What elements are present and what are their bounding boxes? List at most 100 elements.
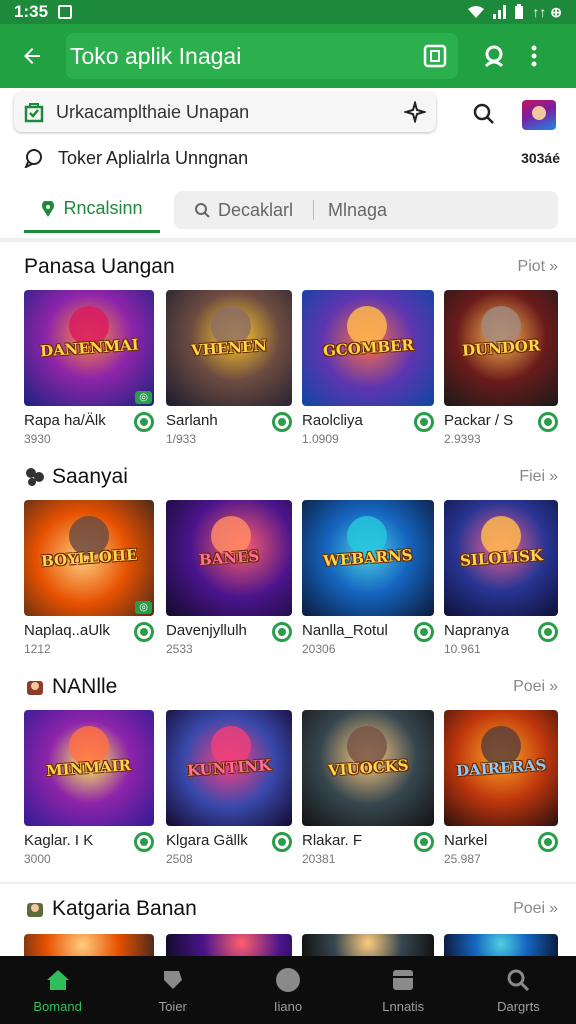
- nav-label: Toier: [158, 998, 187, 1014]
- suggestion-text: Toker Aplialrla Unngnan: [58, 147, 249, 168]
- app-thumbnail[interactable]: GCOMBER: [302, 290, 434, 406]
- install-icon[interactable]: [272, 622, 292, 642]
- tab-group: Decaklarl Mlnaga: [174, 191, 558, 229]
- tab-top-label: Mlnaga: [328, 199, 388, 220]
- app-name: Kaglar. I K: [24, 832, 94, 849]
- app-card[interactable]: BOYLLOHE ◎ Naplaq..aUlk 1212: [24, 500, 154, 670]
- app-card-row: MINMAIR Kaglar. I K 3000 KUNTINK Klgara …: [0, 710, 576, 880]
- install-icon[interactable]: [414, 622, 434, 642]
- search-icon: [195, 203, 210, 218]
- see-more-label: Poei: [513, 900, 546, 917]
- app-name: Davenjyllulh: [166, 622, 247, 639]
- install-icon[interactable]: [538, 832, 558, 852]
- tab-recommended-label: Rncalsinn: [63, 198, 143, 218]
- profile-search-button[interactable]: [476, 38, 512, 74]
- game-logo: BANES: [198, 546, 260, 570]
- install-icon[interactable]: [134, 412, 154, 432]
- back-button[interactable]: [10, 34, 54, 78]
- app-card[interactable]: BANES Davenjyllulh 2533: [166, 500, 292, 670]
- app-card[interactable]: KUNTINK Klgara Gällk 2508: [166, 710, 292, 880]
- app-card[interactable]: WEBARNS Nanlla_Rotul 20306: [302, 500, 434, 670]
- nav-item-search[interactable]: Dargrts: [461, 956, 576, 1024]
- app-card[interactable]: MINMAIR Kaglar. I K 3000: [24, 710, 154, 880]
- location-pin-icon: [42, 200, 55, 217]
- app-thumbnail[interactable]: BOYLLOHE ◎: [24, 500, 154, 616]
- app-bar-title: Toko aplik Inagai: [70, 42, 242, 69]
- suggestion-row[interactable]: Toker Aplialrla Unngnan 303áé: [24, 144, 560, 172]
- chat-bubble-icon: [24, 149, 42, 168]
- more-options-button[interactable]: [522, 38, 546, 74]
- nav-item-apps[interactable]: Lnnatis: [346, 956, 461, 1024]
- install-icon[interactable]: [538, 622, 558, 642]
- install-icon[interactable]: [272, 832, 292, 852]
- section-header: Katgaria Banan Poei»: [0, 894, 576, 924]
- app-name: Raolcliya: [302, 412, 363, 429]
- nav-item-home[interactable]: Bomand: [0, 956, 115, 1024]
- search-field[interactable]: Urkacamplthaie Unapan: [14, 92, 436, 132]
- status-bar: 1:35 ↑↑ ⊕: [0, 0, 576, 24]
- install-icon[interactable]: [414, 412, 434, 432]
- app-card[interactable]: SILOLISK Napranya 10.961: [444, 500, 558, 670]
- chevron-right-icon: »: [549, 468, 558, 485]
- section-header: NANlle Poei»: [0, 672, 576, 702]
- app-meta: 2533: [166, 642, 193, 656]
- app-thumbnail[interactable]: WEBARNS: [302, 500, 434, 616]
- app-thumbnail[interactable]: MINMAIR: [24, 710, 154, 826]
- install-icon[interactable]: [414, 832, 434, 852]
- app-thumbnail[interactable]: KUNTINK: [166, 710, 292, 826]
- app-thumbnail[interactable]: SILOLISK: [444, 500, 558, 616]
- see-more-link[interactable]: Piot»: [518, 258, 558, 276]
- app-meta: 2508: [166, 852, 193, 866]
- install-icon[interactable]: [134, 622, 154, 642]
- search-button[interactable]: [470, 100, 498, 128]
- app-card[interactable]: DANENMAI ◎ Rapa ha/Älk 3930: [24, 290, 154, 460]
- install-icon[interactable]: [272, 412, 292, 432]
- app-thumbnail[interactable]: VIUOCKS: [302, 710, 434, 826]
- home-icon: [45, 967, 71, 993]
- tab-top[interactable]: Mlnaga: [314, 200, 401, 221]
- app-thumbnail[interactable]: DUNDOR: [444, 290, 558, 406]
- title-box[interactable]: Toko aplik Inagai: [66, 33, 458, 79]
- nav-item-movies[interactable]: Iiano: [230, 956, 345, 1024]
- app-thumbnail[interactable]: [302, 934, 434, 956]
- nav-item-games[interactable]: Toier: [115, 956, 230, 1024]
- app-thumbnail[interactable]: [166, 934, 292, 956]
- see-more-link[interactable]: Poei»: [513, 678, 558, 696]
- tab-bar: Rncalsinn Decaklarl Mlnaga: [24, 186, 558, 234]
- avatar[interactable]: [522, 100, 556, 130]
- game-logo: KUNTINK: [186, 756, 272, 780]
- app-thumbnail[interactable]: [24, 934, 154, 956]
- circle-icon: [275, 967, 301, 993]
- app-meta: 3000: [24, 852, 51, 866]
- tab-recommended[interactable]: Rncalsinn: [24, 187, 160, 233]
- app-card[interactable]: DAIRERAS Narkel 25.987: [444, 710, 558, 880]
- signal-icon: [493, 5, 507, 19]
- app-thumbnail[interactable]: VHENEN: [166, 290, 292, 406]
- app-thumbnail[interactable]: [444, 934, 558, 956]
- game-logo: VIUOCKS: [327, 756, 409, 780]
- app-card[interactable]: VIUOCKS Rlakar. F 20381: [302, 710, 434, 880]
- app-card[interactable]: GCOMBER Raolcliya 1.0909: [302, 290, 434, 460]
- install-icon[interactable]: [538, 412, 558, 432]
- app-card[interactable]: VHENEN Sarlanh 1/933: [166, 290, 292, 460]
- app-thumbnail[interactable]: DAIRERAS: [444, 710, 558, 826]
- app-thumbnail[interactable]: DANENMAI ◎: [24, 290, 154, 406]
- qr-scan-icon[interactable]: [422, 43, 448, 69]
- nav-label: Dargrts: [497, 998, 540, 1014]
- bottom-navigation: Bomand Toier Iiano Lnnatis Dargrts: [0, 956, 576, 1024]
- section-header: Panasa Uangan Piot»: [0, 252, 576, 282]
- section-title: Katgaria Banan: [52, 897, 197, 920]
- game-icon: [160, 967, 186, 993]
- header-divider: [0, 238, 576, 242]
- status-time: 1:35: [14, 2, 49, 21]
- app-thumbnail[interactable]: BANES: [166, 500, 292, 616]
- tab-categories[interactable]: Decaklarl: [174, 200, 313, 221]
- app-card[interactable]: DUNDOR Packar / S 2.9393: [444, 290, 558, 460]
- sparkle-icon[interactable]: [404, 101, 426, 123]
- section-divider: [0, 882, 576, 884]
- see-more-link[interactable]: Poei»: [513, 900, 558, 918]
- install-icon[interactable]: [134, 832, 154, 852]
- search-icon: [505, 967, 531, 993]
- suggestion-count: 303áé: [521, 150, 560, 166]
- see-more-link[interactable]: Fiei»: [519, 468, 558, 486]
